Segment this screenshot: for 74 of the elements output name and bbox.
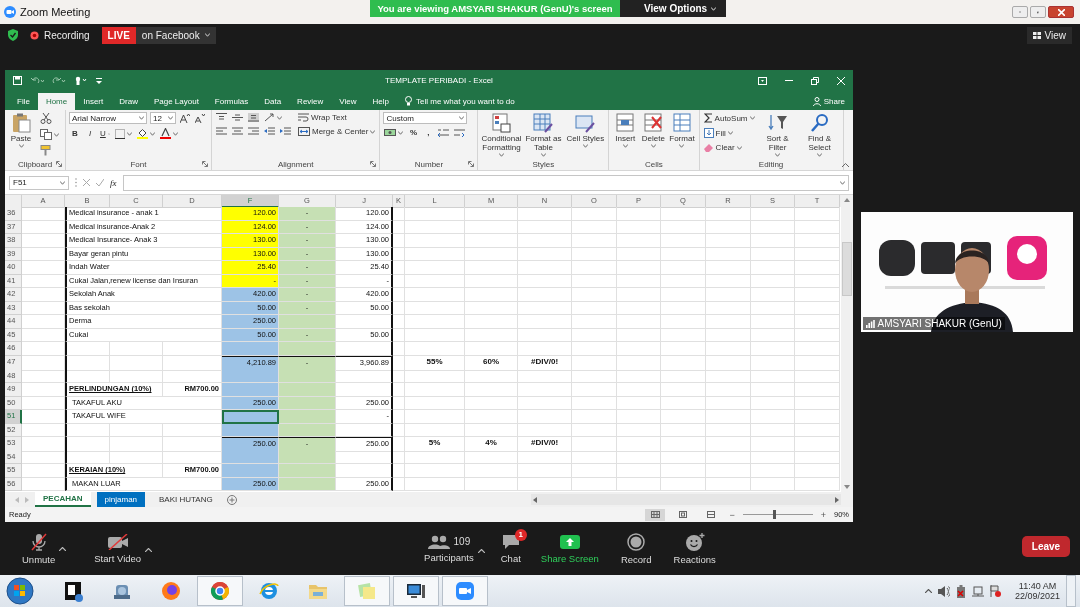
zoom-in-button[interactable]: +	[820, 509, 826, 520]
table-cell: 5%	[405, 437, 465, 452]
italic-button[interactable]: I	[84, 128, 96, 139]
notification-badge: 1	[514, 528, 527, 541]
fill-button[interactable]: Fill	[702, 127, 734, 139]
view-button[interactable]: View	[1026, 26, 1072, 44]
wrap-text-button[interactable]: Wrap Text	[297, 112, 348, 123]
group-label: Styles	[532, 160, 555, 169]
group-label: Editing	[758, 160, 784, 169]
table-cell: 60%	[465, 356, 518, 371]
insert-button[interactable]: Insert	[612, 112, 639, 149]
ribbon-tab[interactable]: View	[331, 93, 365, 110]
find-button[interactable]: Find & Select	[799, 112, 840, 158]
ribbon-tab[interactable]: Draw	[111, 93, 146, 110]
clear-button[interactable]: Clear	[702, 142, 743, 153]
group-label: Cells	[645, 160, 663, 169]
reactions-button[interactable]: Reactions	[673, 532, 716, 565]
participant-count: 109	[453, 536, 471, 547]
ribbon-tab[interactable]: Data	[256, 93, 290, 110]
ribbon-tab[interactable]: Help	[364, 93, 397, 110]
live-badge[interactable]: LIVE	[101, 26, 136, 44]
group-label: Clipboard	[17, 160, 53, 169]
participant-name: AMSYARI SHAKUR (GenU)	[877, 318, 1002, 329]
table-cell: 4%	[465, 437, 518, 452]
name-box[interactable]: F51	[9, 175, 69, 190]
participants-button[interactable]: 109 Participants	[424, 534, 474, 563]
leave-button[interactable]: Leave	[1022, 536, 1070, 557]
recording-indicator[interactable]: Recording	[26, 29, 94, 41]
format-table-button[interactable]: Format as Table	[523, 112, 564, 158]
group-label: Number	[414, 160, 444, 169]
underline-button[interactable]: U	[99, 128, 111, 139]
cell-styles-button[interactable]: Cell Styles	[565, 112, 606, 149]
share-button[interactable]: Share Screen	[540, 533, 599, 564]
ribbon-tab[interactable]: Review	[289, 93, 332, 110]
share-button[interactable]: Share	[804, 93, 853, 110]
record-button[interactable]: Record	[620, 532, 652, 565]
view-options-button[interactable]: View Options	[620, 0, 727, 17]
insert-function-button[interactable]: fx	[110, 177, 117, 188]
stream-dropdown[interactable]: on Facebook	[135, 26, 216, 44]
bold-button[interactable]: B	[69, 128, 81, 139]
font-size-field[interactable]: 12	[150, 112, 176, 124]
paste-button[interactable]: Paste	[8, 112, 34, 149]
group-label: Alignment	[277, 160, 314, 169]
clock-date[interactable]: 22/09/2021	[1014, 591, 1060, 601]
conditional-button[interactable]: Conditional Formatting	[481, 112, 522, 158]
ribbon-tab[interactable]: Formulas	[206, 93, 257, 110]
table-cell: #DIV/0!	[518, 356, 572, 371]
percent-button[interactable]: %	[407, 127, 420, 138]
ribbon-tab[interactable]: File	[9, 93, 38, 110]
mic-muted-button[interactable]: Unmute	[22, 532, 56, 565]
sheet-tab[interactable]: PECAHAN	[35, 492, 91, 507]
video-off-button[interactable]: Start Video	[94, 533, 142, 564]
sheet-tab[interactable]: pinjaman	[96, 492, 146, 507]
ribbon-tab[interactable]: Home	[37, 93, 76, 110]
comma-button[interactable]: ,	[422, 127, 435, 138]
sort-button[interactable]: Sort & Filter	[757, 112, 798, 158]
search-prompt[interactable]: Tell me what you want to do	[416, 96, 515, 106]
window-title: TEMPLATE PERIBADI - Excel	[385, 76, 493, 85]
zoom-out-button[interactable]: −	[729, 509, 735, 520]
sheet-tab[interactable]: BAKI HUTANG	[151, 492, 221, 507]
format-button[interactable]: Format	[668, 112, 696, 149]
font-name-field[interactable]: Arial Narrow	[69, 112, 147, 124]
table-cell: 55%	[405, 356, 465, 371]
screen-share-banner: You are viewing AMSYARI SHAKUR (GenU)'s screen	[370, 0, 620, 17]
autosum-button[interactable]: AutoSum	[702, 112, 756, 124]
ribbon-tab[interactable]: Page Layout	[145, 93, 207, 110]
number-format-field[interactable]: Custom	[383, 112, 468, 124]
group-label: Font	[130, 160, 147, 169]
clock-time[interactable]: 11:40 AM	[1018, 581, 1057, 591]
table-cell: #DIV/0!	[518, 437, 572, 452]
merge-button[interactable]: Merge & Center	[297, 126, 377, 137]
ribbon-tab[interactable]: Insert	[75, 93, 112, 110]
delete-button[interactable]: Delete	[640, 112, 667, 149]
window-title: Zoom Meeting	[20, 6, 91, 18]
